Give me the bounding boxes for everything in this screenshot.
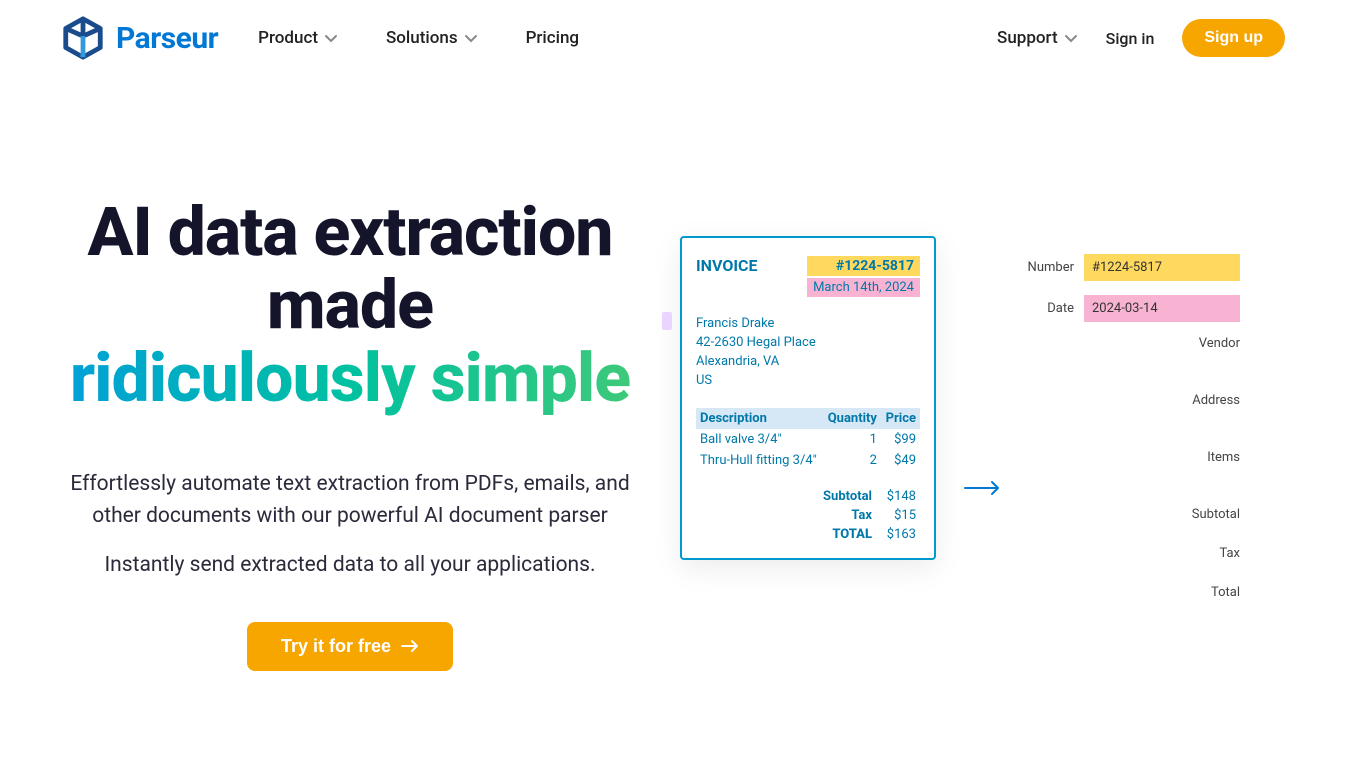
- addr-street: 42-2630 Hegal Place: [696, 334, 920, 353]
- col-desc: Description: [696, 408, 823, 429]
- item-desc: Ball valve 3/4": [696, 429, 823, 450]
- brand-name: Parseur: [116, 21, 218, 56]
- table-row: Ball valve 3/4" 1 $99: [696, 429, 920, 450]
- nav-support-label: Support: [997, 28, 1058, 48]
- item-price: $99: [881, 429, 920, 450]
- invoice-heading: INVOICE: [696, 256, 758, 275]
- addr-country: US: [696, 372, 920, 391]
- invoice-preview: INVOICE #1224-5817 March 14th, 2024 Fran…: [680, 236, 936, 560]
- total-value: $163: [882, 527, 916, 542]
- ext-date-label: Date: [1047, 301, 1074, 316]
- primary-nav: Product Solutions Pricing: [258, 28, 579, 48]
- chevron-down-icon: [1064, 31, 1078, 45]
- logo[interactable]: Parseur: [60, 15, 218, 61]
- nav-solutions-label: Solutions: [386, 28, 458, 48]
- ext-date-chip: 2024-03-14: [1084, 295, 1240, 322]
- arrow-right-icon: [401, 639, 419, 653]
- signup-button[interactable]: Sign up: [1182, 19, 1285, 57]
- secondary-nav: Support Sign in Sign up: [997, 19, 1285, 57]
- hero-subtitle: Effortlessly automate text extraction fr…: [60, 469, 640, 532]
- try-free-label: Try it for free: [281, 636, 391, 657]
- col-price: Price: [881, 408, 920, 429]
- item-desc: Thru-Hull fitting 3/4": [696, 450, 823, 471]
- invoice-address: Francis Drake 42-2630 Hegal Place Alexan…: [696, 315, 920, 390]
- addr-city: Alexandria, VA: [696, 353, 920, 372]
- extracted-fields: Number #1224-5817 Date 2024-03-14 Vendor…: [1020, 236, 1240, 624]
- ext-number-chip: #1224-5817: [1084, 254, 1240, 281]
- ext-total-label: Total: [1211, 585, 1240, 600]
- table-row: Thru-Hull fitting 3/4" 2 $49: [696, 450, 920, 471]
- nav-solutions[interactable]: Solutions: [386, 28, 478, 48]
- invoice-totals: Subtotal $148 Tax $15 TOTAL $163: [696, 487, 920, 544]
- hero-illustration: INVOICE #1224-5817 March 14th, 2024 Fran…: [680, 136, 1285, 671]
- hero-section: AI data extraction made ridiculously sim…: [0, 76, 1345, 671]
- header: Parseur Product Solutions Pricing Suppor…: [0, 0, 1345, 76]
- hero-title: AI data extraction made ridiculously sim…: [60, 196, 640, 414]
- hero-copy: AI data extraction made ridiculously sim…: [60, 136, 640, 671]
- subtotal-value: $148: [882, 489, 916, 504]
- ext-vendor-label: Vendor: [1199, 336, 1240, 351]
- subtotal-label: Subtotal: [802, 489, 872, 504]
- invoice-date: March 14th, 2024: [807, 278, 920, 297]
- signin-link[interactable]: Sign in: [1106, 29, 1155, 48]
- hero-title-plain: AI data extraction made: [87, 192, 612, 345]
- item-price: $49: [881, 450, 920, 471]
- nav-pricing[interactable]: Pricing: [526, 28, 580, 48]
- nav-pricing-label: Pricing: [526, 28, 580, 48]
- logo-icon: [60, 15, 106, 61]
- item-qty: 2: [823, 450, 881, 471]
- nav-product[interactable]: Product: [258, 28, 338, 48]
- col-qty: Quantity: [823, 408, 881, 429]
- decorative-marker: [662, 312, 672, 330]
- nav-support[interactable]: Support: [997, 28, 1078, 48]
- total-label: TOTAL: [802, 527, 872, 542]
- hero-title-accent: ridiculously simple: [70, 338, 630, 418]
- addr-name: Francis Drake: [696, 315, 920, 334]
- chevron-down-icon: [464, 31, 478, 45]
- item-qty: 1: [823, 429, 881, 450]
- ext-tax-label: Tax: [1219, 546, 1240, 561]
- chevron-down-icon: [324, 31, 338, 45]
- flow-arrow-icon: [964, 410, 1002, 496]
- try-free-button[interactable]: Try it for free: [247, 622, 453, 671]
- invoice-number: #1224-5817: [807, 256, 920, 276]
- hero-subtitle-2: Instantly send extracted data to all you…: [60, 550, 640, 582]
- tax-label: Tax: [802, 508, 872, 523]
- nav-product-label: Product: [258, 28, 318, 48]
- invoice-table: Description Quantity Price Ball valve 3/…: [696, 408, 920, 471]
- ext-address-label: Address: [1192, 393, 1240, 408]
- ext-subtotal-label: Subtotal: [1192, 507, 1240, 522]
- tax-value: $15: [882, 508, 916, 523]
- ext-items-label: Items: [1207, 450, 1240, 465]
- ext-number-label: Number: [1028, 260, 1074, 275]
